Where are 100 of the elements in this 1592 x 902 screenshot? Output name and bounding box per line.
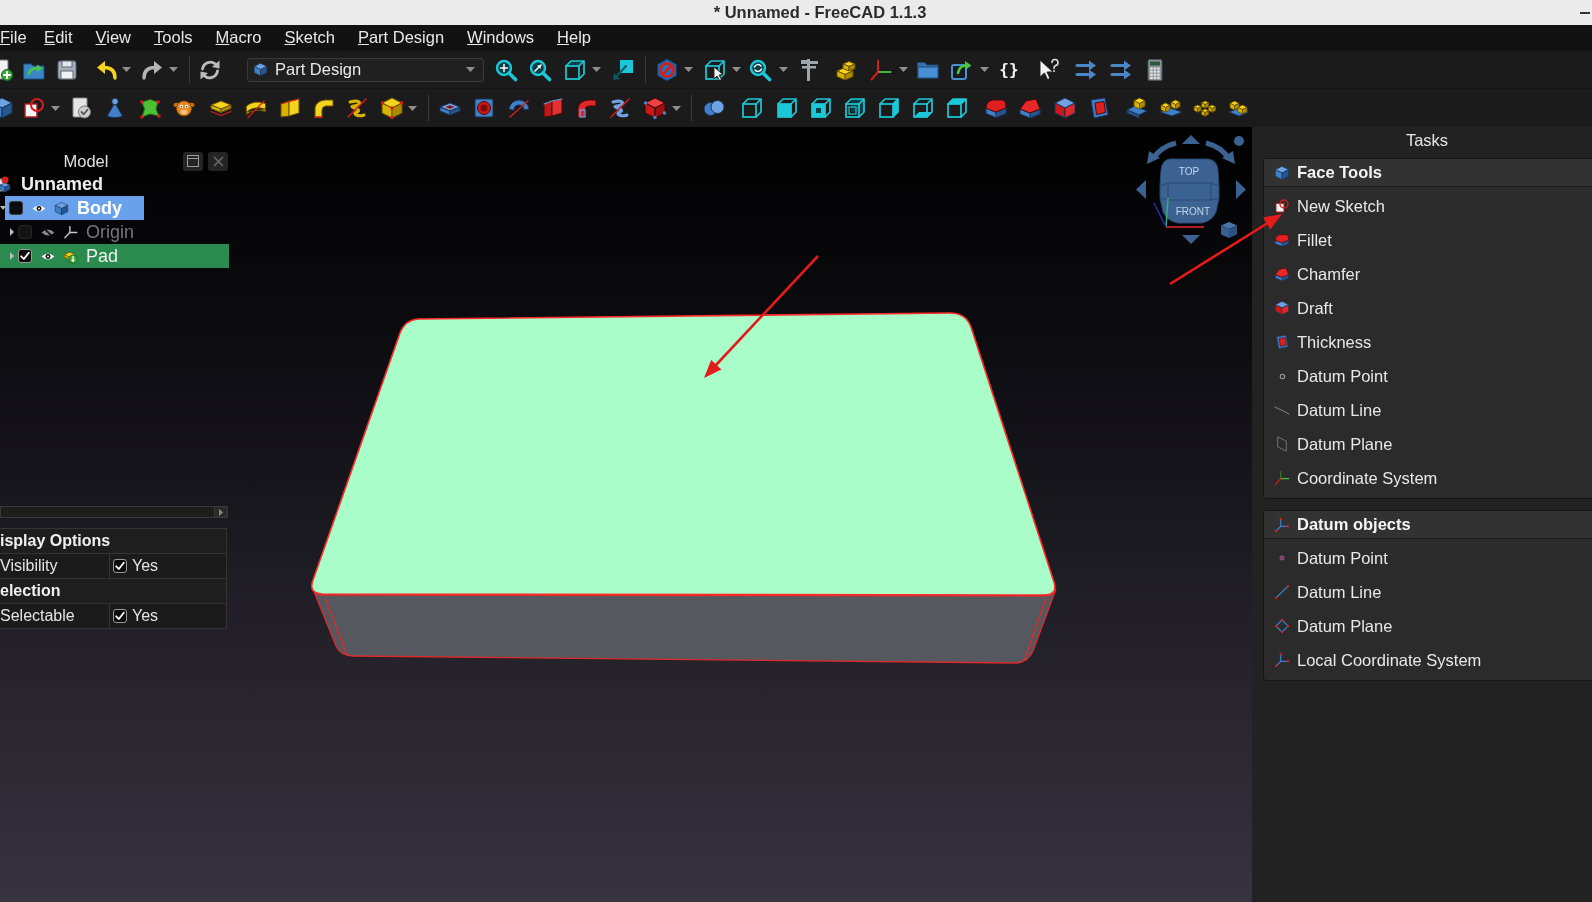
rotate-arrow-icon[interactable] <box>1147 140 1177 164</box>
cube-cursor-icon[interactable] <box>703 57 727 82</box>
axes-icon <box>1274 652 1290 668</box>
tapered-block-icon[interactable] <box>278 96 302 120</box>
task-item[interactable]: Local Coordinate System <box>1264 643 1592 677</box>
task-item[interactable]: Fillet <box>1264 223 1592 257</box>
cube-icon[interactable] <box>380 96 404 120</box>
task-item[interactable]: Coordinate System <box>1264 461 1592 495</box>
menu-dot-icon[interactable] <box>1234 136 1244 146</box>
checkbox[interactable] <box>113 559 127 573</box>
dropdown-caret-icon[interactable] <box>592 67 601 72</box>
document-icon <box>0 176 11 192</box>
save-icon[interactable] <box>55 57 79 82</box>
hole-icon[interactable] <box>472 96 496 120</box>
braces-button[interactable]: {} <box>997 57 1021 82</box>
bent-block-icon[interactable] <box>312 96 336 120</box>
dropdown-caret-icon[interactable] <box>51 105 60 111</box>
wireframe-cube-icon[interactable] <box>775 96 799 120</box>
dropdown-caret-icon[interactable] <box>899 67 908 72</box>
checkbox[interactable] <box>9 201 23 215</box>
cube-face-label: TOP <box>1178 166 1200 177</box>
document-check-icon[interactable] <box>69 96 93 120</box>
task-item[interactable]: Thickness <box>1264 325 1592 359</box>
left-arrow-icon[interactable] <box>1136 180 1146 199</box>
menu-item[interactable]: View <box>84 25 143 50</box>
task-item[interactable]: Datum Line <box>1264 393 1592 427</box>
task-item[interactable]: Datum Plane <box>1264 427 1592 461</box>
cube-icon[interactable] <box>1053 96 1077 120</box>
no-entry-icon[interactable] <box>655 57 679 82</box>
task-item[interactable]: Chamfer <box>1264 257 1592 291</box>
wireframe-cube-icon[interactable] <box>911 96 935 120</box>
menu-item[interactable]: Sketch <box>272 25 347 50</box>
down-arrow-icon[interactable] <box>1182 235 1200 244</box>
workbench-dropdown[interactable]: Part Design <box>247 57 484 82</box>
dropdown-caret-icon[interactable] <box>980 67 989 72</box>
dropdown-caret-icon[interactable] <box>779 67 788 72</box>
tree-item[interactable]: Pad <box>0 244 229 268</box>
task-item[interactable]: Draft <box>1264 291 1592 325</box>
rotate-arrow-icon[interactable] <box>1205 140 1235 164</box>
checkbox[interactable] <box>18 225 32 239</box>
magnifier-icon[interactable] <box>494 57 518 82</box>
dropdown-caret-icon[interactable] <box>122 67 131 72</box>
task-item[interactable]: Datum Plane <box>1264 609 1592 643</box>
blocks-icon[interactable] <box>1159 96 1183 120</box>
task-item[interactable]: Datum Point <box>1264 359 1592 393</box>
blocks-icon[interactable] <box>1125 96 1149 120</box>
hollow-block-icon <box>1274 334 1290 350</box>
tree-item[interactable]: Origin <box>0 220 140 244</box>
rounded-block-icon[interactable] <box>984 96 1008 120</box>
task-item[interactable]: New Sketch <box>1264 189 1592 223</box>
wireframe-cube-icon[interactable] <box>843 96 867 120</box>
menu-item[interactable]: Help <box>545 25 603 50</box>
menu-item[interactable]: Edit <box>32 25 85 50</box>
shape-points-icon[interactable] <box>138 96 162 120</box>
scroll-right-button[interactable] <box>214 507 227 517</box>
horizontal-scrollbar[interactable] <box>0 506 228 518</box>
arrow-tile-icon[interactable] <box>611 57 635 82</box>
dropdown-caret-icon[interactable] <box>732 67 741 72</box>
checkbox[interactable] <box>18 249 32 263</box>
task-item[interactable]: Datum Line <box>1264 575 1592 609</box>
menu-item[interactable]: Part Design <box>346 25 456 50</box>
crossed-eye-icon[interactable] <box>41 226 55 238</box>
new-document-icon[interactable] <box>0 57 14 82</box>
checkbox[interactable] <box>113 609 127 623</box>
wireframe-cube-icon[interactable] <box>563 57 587 82</box>
menu-item[interactable]: Windows <box>455 25 546 50</box>
menu-item[interactable]: Tools <box>142 25 205 50</box>
minimize-icon[interactable] <box>1580 11 1590 14</box>
dropdown-caret-icon[interactable] <box>672 105 681 111</box>
navigation-cube[interactable]: TOP FRONT <box>1159 158 1220 224</box>
task-box-header[interactable]: Datum objects <box>1264 511 1592 539</box>
wireframe-cube-icon[interactable] <box>945 96 969 120</box>
menu-item[interactable]: Macro <box>204 25 273 50</box>
wireframe-cube-icon[interactable] <box>877 96 901 120</box>
hollow-block-icon[interactable] <box>1087 96 1111 120</box>
overlay-button[interactable] <box>183 151 203 171</box>
close-button[interactable] <box>208 151 228 171</box>
dropdown-caret-icon[interactable] <box>408 105 417 111</box>
up-arrow-icon[interactable] <box>1182 135 1200 144</box>
expander-arrow-icon[interactable] <box>9 228 15 236</box>
wireframe-cube-icon[interactable] <box>740 96 764 120</box>
dropdown-caret-icon[interactable] <box>169 67 178 72</box>
right-arrow-icon[interactable] <box>1236 180 1246 199</box>
beveled-block-icon[interactable] <box>1018 96 1042 120</box>
task-item[interactable]: Datum Point <box>1264 541 1592 575</box>
magnifier-icon[interactable] <box>528 57 552 82</box>
wireframe-cube-icon[interactable] <box>809 96 833 120</box>
ring-icon <box>1278 372 1286 380</box>
square-circle-icon[interactable] <box>22 96 46 120</box>
tree-item[interactable]: Unnamed <box>0 172 109 196</box>
coil-icon[interactable] <box>608 96 632 120</box>
axes-icon[interactable] <box>869 57 893 82</box>
dropdown-caret-icon[interactable] <box>684 67 693 72</box>
coil-icon[interactable] <box>345 96 369 120</box>
expander-arrow-icon[interactable] <box>0 204 6 212</box>
block-icon[interactable] <box>0 96 14 120</box>
panel-title: Model <box>63 151 109 171</box>
task-box-header[interactable]: Face Tools <box>1264 159 1592 187</box>
menu-item[interactable]: File <box>0 25 33 50</box>
magnifier-icon[interactable] <box>748 57 772 82</box>
